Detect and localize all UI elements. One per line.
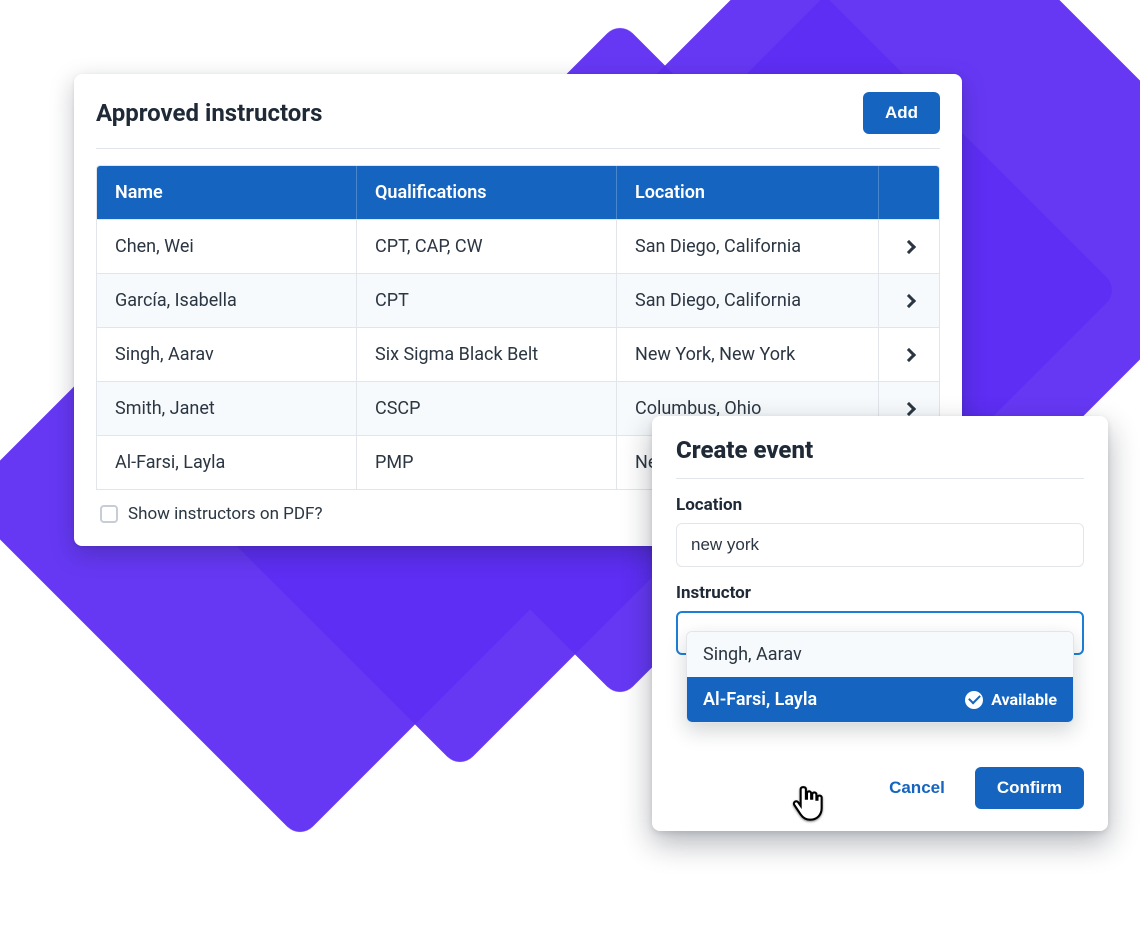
pointer-cursor-icon	[790, 784, 826, 826]
panel-header: Approved instructors Add	[96, 92, 940, 149]
table-row[interactable]: García, Isabella CPT San Diego, Californ…	[97, 273, 939, 327]
chevron-right-icon	[902, 401, 916, 415]
check-circle-icon	[965, 691, 983, 709]
add-button[interactable]: Add	[863, 92, 940, 134]
instructor-field: Instructor Singh, Aarav Al-Farsi, Layla …	[676, 583, 1084, 655]
cell-name: Singh, Aarav	[97, 328, 357, 381]
location-field: Location	[676, 495, 1084, 567]
location-input[interactable]	[676, 523, 1084, 567]
availability-badge: Available	[965, 690, 1057, 709]
chevron-right-icon	[902, 239, 916, 253]
table-row[interactable]: Singh, Aarav Six Sigma Black Belt New Yo…	[97, 327, 939, 381]
chevron-right-icon	[902, 347, 916, 361]
cell-name: Smith, Janet	[97, 382, 357, 435]
pdf-checkbox[interactable]	[100, 505, 118, 523]
panel-title: Approved instructors	[96, 99, 322, 127]
column-header-actions	[879, 166, 939, 219]
dropdown-option[interactable]: Singh, Aarav	[687, 632, 1073, 677]
cell-location: San Diego, California	[617, 274, 879, 327]
location-label: Location	[676, 495, 1084, 515]
instructor-label: Instructor	[676, 583, 1084, 603]
column-header-location[interactable]: Location	[617, 166, 879, 219]
cell-name: Chen, Wei	[97, 220, 357, 273]
cancel-button[interactable]: Cancel	[885, 768, 949, 808]
cell-qualifications: CSCP	[357, 382, 617, 435]
cell-location: San Diego, California	[617, 220, 879, 273]
dropdown-option-label: Singh, Aarav	[703, 644, 802, 665]
modal-actions: Cancel Confirm	[676, 767, 1084, 809]
confirm-button[interactable]: Confirm	[975, 767, 1084, 809]
cell-location: New York, New York	[617, 328, 879, 381]
cell-qualifications: PMP	[357, 436, 617, 489]
cell-name: Al-Farsi, Layla	[97, 436, 357, 489]
chevron-right-icon	[902, 293, 916, 307]
row-expand-button[interactable]	[879, 220, 939, 273]
instructor-dropdown: Singh, Aarav Al-Farsi, Layla Available	[686, 631, 1074, 723]
table-header-row: Name Qualifications Location	[97, 166, 939, 219]
cell-qualifications: CPT, CAP, CW	[357, 220, 617, 273]
table-row[interactable]: Chen, Wei CPT, CAP, CW San Diego, Califo…	[97, 219, 939, 273]
column-header-qualifications[interactable]: Qualifications	[357, 166, 617, 219]
row-expand-button[interactable]	[879, 274, 939, 327]
cell-qualifications: Six Sigma Black Belt	[357, 328, 617, 381]
column-header-name[interactable]: Name	[97, 166, 357, 219]
create-event-modal: Create event Location Instructor Singh, …	[652, 416, 1108, 831]
modal-title: Create event	[676, 436, 1084, 479]
dropdown-option-selected[interactable]: Al-Farsi, Layla Available	[687, 677, 1073, 722]
dropdown-option-label: Al-Farsi, Layla	[703, 689, 817, 710]
pdf-checkbox-label[interactable]: Show instructors on PDF?	[128, 504, 323, 524]
cell-name: García, Isabella	[97, 274, 357, 327]
availability-text: Available	[991, 690, 1057, 709]
cell-qualifications: CPT	[357, 274, 617, 327]
row-expand-button[interactable]	[879, 328, 939, 381]
